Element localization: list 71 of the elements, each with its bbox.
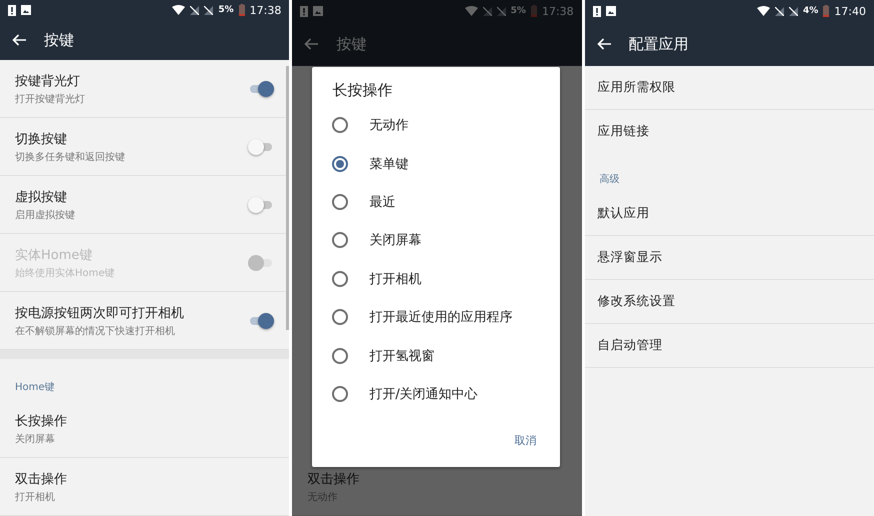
image-icon <box>313 6 324 16</box>
toggle-switch[interactable] <box>248 196 272 214</box>
toggle-switch[interactable] <box>248 138 272 156</box>
section-header: 高级 <box>600 174 620 185</box>
clock-time: 17:40 <box>834 4 866 18</box>
back-arrow-icon <box>596 38 611 50</box>
radio-button[interactable] <box>332 194 348 210</box>
back-arrow-icon <box>304 38 318 50</box>
setting-title: 虚拟按键 <box>15 188 67 206</box>
battery-alert-icon <box>300 6 308 16</box>
radio-button[interactable] <box>332 156 348 172</box>
battery-percent: 5% <box>510 6 526 16</box>
battery-alert-icon <box>592 6 601 16</box>
setting-title: 按键背光灯 <box>15 72 80 90</box>
setting-title: 双击操作 <box>307 470 360 488</box>
toggle-switch[interactable] <box>248 80 272 98</box>
setting-title: 切换按键 <box>15 130 67 148</box>
setting-description: 打开按键背光灯 <box>15 92 85 106</box>
section-header: Home键 <box>15 382 55 393</box>
setting-title: 实体Home键 <box>15 246 92 264</box>
menu-item[interactable]: 应用所需权限 <box>584 66 874 110</box>
wifi-icon <box>464 6 478 16</box>
setting-title: 长按操作 <box>15 412 67 430</box>
radio-button[interactable] <box>332 270 348 287</box>
setting-description: 在不解锁屏幕的情况下快速打开相机 <box>15 324 175 338</box>
radio-button[interactable] <box>332 348 348 364</box>
battery-icon <box>530 5 537 17</box>
menu-item[interactable]: 悬浮窗显示 <box>584 236 874 280</box>
battery-icon <box>238 4 245 16</box>
setting-row[interactable]: 长按操作 关闭屏幕 <box>0 400 290 458</box>
screen-title: 按键 <box>44 30 74 50</box>
setting-description: 启用虚拟按键 <box>15 208 75 222</box>
image-icon <box>21 5 31 15</box>
cancel-button[interactable]: 取消 <box>504 427 546 454</box>
menu-item[interactable]: 应用链接 <box>584 110 874 153</box>
wifi-icon <box>757 6 770 16</box>
screen-title: 配置应用 <box>628 34 689 54</box>
battery-percent: 4% <box>803 6 818 16</box>
radio-option[interactable]: 打开最近使用的应用程序 <box>312 298 560 336</box>
clock-time: 17:38 <box>250 4 282 16</box>
battery-icon <box>823 5 830 17</box>
setting-description: 关闭屏幕 <box>15 432 55 446</box>
menu-item[interactable]: 修改系统设置 <box>584 280 874 324</box>
setting-row[interactable]: 双击操作 打开相机 <box>0 458 290 516</box>
setting-title: 按电源按钮两次即可打开相机 <box>15 304 184 322</box>
radio-button[interactable] <box>332 386 348 402</box>
screen-title: 按键 <box>336 34 366 54</box>
radio-button[interactable] <box>332 309 348 326</box>
clock-time: 17:38 <box>542 4 574 18</box>
radio-option[interactable]: 菜单键 <box>312 144 560 183</box>
radio-option[interactable]: 打开相机 <box>312 260 560 298</box>
radio-option[interactable]: 打开/关闭通知中心 <box>312 374 560 414</box>
battery-alert-icon <box>8 4 16 16</box>
setting-description: 打开相机 <box>15 490 55 504</box>
menu-item[interactable]: 自启动管理 <box>584 324 874 368</box>
image-icon <box>606 6 616 16</box>
menu-item[interactable]: 默认应用 <box>584 192 874 236</box>
dialog-title: 长按操作 <box>331 81 394 101</box>
radio-option[interactable]: 关闭屏幕 <box>312 221 560 260</box>
back-arrow-icon <box>12 34 26 46</box>
toggle-switch[interactable] <box>248 312 272 330</box>
setting-title: 双击操作 <box>15 470 67 488</box>
radio-button[interactable] <box>332 232 348 248</box>
setting-description: 切换多任务键和返回按键 <box>15 150 125 164</box>
radio-option[interactable]: 最近 <box>312 182 560 222</box>
radio-option[interactable]: 打开氢视窗 <box>312 336 560 375</box>
radio-button[interactable] <box>332 117 348 134</box>
battery-percent: 5% <box>218 5 234 15</box>
wifi-icon <box>172 5 186 15</box>
radio-option[interactable]: 无动作 <box>312 106 560 144</box>
setting-description: 始终使用实体Home键 <box>15 266 115 280</box>
